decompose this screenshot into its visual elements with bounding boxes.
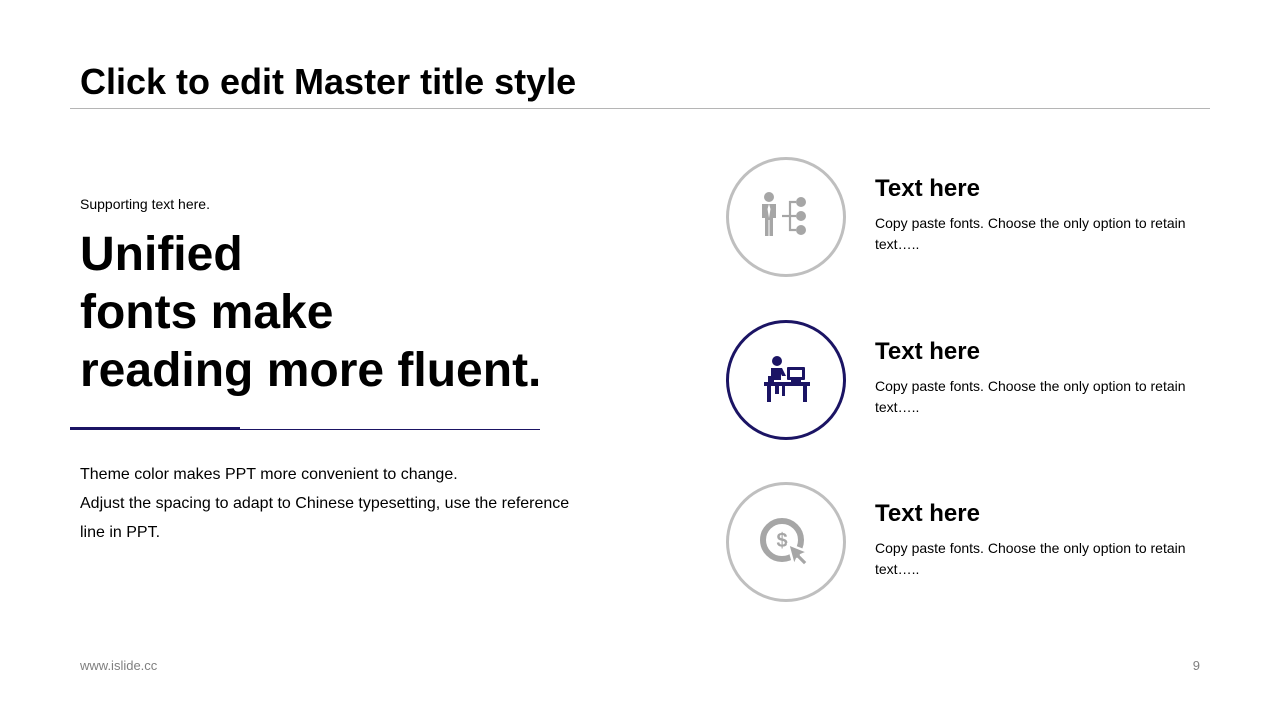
headline-line: reading more fluent. [80, 344, 542, 397]
item-description[interactable]: Copy paste fonts. Choose the only option… [875, 538, 1210, 580]
body-line: Theme color makes PPT more convenient to… [80, 466, 458, 483]
headline[interactable]: Unified fonts make reading more fluent. [80, 226, 640, 400]
dollar-click-icon: $ [760, 518, 810, 568]
page-number: 9 [1192, 658, 1200, 673]
item-title[interactable]: Text here [875, 174, 980, 204]
body-text[interactable]: Theme color makes PPT more convenient to… [80, 460, 590, 547]
item-title[interactable]: Text here [875, 499, 980, 529]
feature-item-1[interactable]: Text here Copy paste fonts. Choose the o… [726, 157, 1210, 283]
body-line: Adjust the spacing to adapt to Chinese t… [80, 495, 570, 541]
feature-item-3[interactable]: $ Text here Copy paste fonts. Choose the… [726, 482, 1210, 608]
headline-line: fonts make [80, 286, 334, 339]
item-title[interactable]: Text here [875, 337, 980, 367]
icon-circle [726, 157, 846, 277]
title-divider [70, 108, 1210, 109]
desk-worker-icon [764, 356, 810, 402]
icon-circle: $ [726, 482, 846, 602]
slide-title[interactable]: Click to edit Master title style [80, 60, 576, 104]
headline-line: Unified [80, 228, 243, 281]
slide: Click to edit Master title style Support… [0, 0, 1280, 720]
footer-url[interactable]: www.islide.cc [80, 658, 157, 673]
feature-item-2[interactable]: Text here Copy paste fonts. Choose the o… [726, 320, 1210, 446]
item-description[interactable]: Copy paste fonts. Choose the only option… [875, 213, 1210, 255]
svg-text:$: $ [776, 530, 787, 552]
supporting-text[interactable]: Supporting text here. [80, 195, 210, 213]
icon-circle-active [726, 320, 846, 440]
org-person-icon [762, 192, 806, 236]
item-description[interactable]: Copy paste fonts. Choose the only option… [875, 376, 1210, 418]
headline-divider-accent [70, 427, 240, 430]
